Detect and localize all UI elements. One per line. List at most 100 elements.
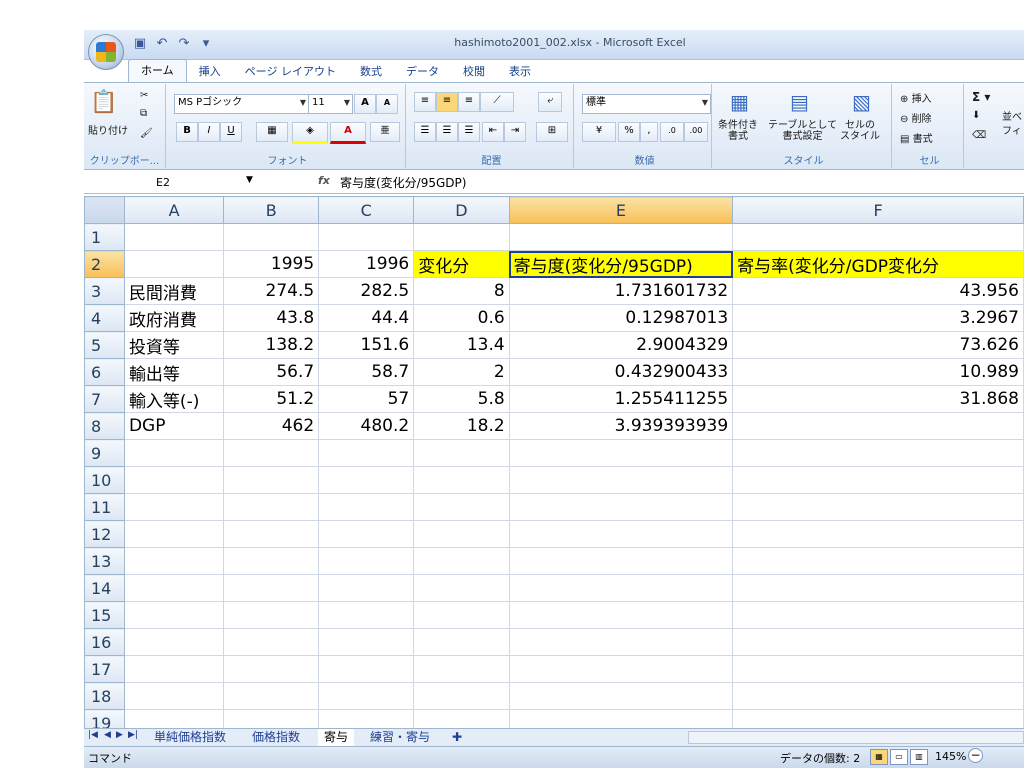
cell-e6[interactable]: 0.432900433 (508, 358, 734, 386)
cell-e11[interactable] (508, 493, 734, 521)
row-header[interactable]: 1 (84, 223, 125, 251)
cell-f1[interactable] (732, 223, 1024, 251)
underline-icon[interactable]: U (220, 122, 242, 142)
cell-c15[interactable] (318, 601, 415, 629)
spreadsheet-grid[interactable]: A B C D E F 1 2 1995 1996 変化分 寄与度(変化分/95GDP) 寄… (84, 196, 1024, 728)
cell-d4[interactable]: 0.6 (413, 304, 510, 332)
cell-b10[interactable] (223, 466, 320, 494)
cell-f12[interactable] (732, 520, 1024, 548)
cell-c12[interactable] (318, 520, 415, 548)
cell-c6[interactable]: 58.7 (318, 358, 415, 386)
page-break-view-icon[interactable]: ▥ (910, 749, 928, 765)
cell-e5[interactable]: 2.9004329 (508, 331, 734, 359)
cell-d8[interactable]: 18.2 (413, 412, 510, 440)
cell-b14[interactable] (223, 574, 320, 602)
cell-d12[interactable] (413, 520, 510, 548)
cell-d2[interactable]: 変化分 (413, 250, 510, 278)
cell-d3[interactable]: 8 (413, 277, 510, 305)
cell-e4[interactable]: 0.12987013 (508, 304, 734, 332)
sheet-tab-contribution[interactable]: 寄与 (318, 729, 355, 747)
grow-font-icon[interactable]: A (354, 94, 376, 114)
clear-icon[interactable]: ⌫ (972, 130, 986, 141)
cell-a19[interactable] (123, 709, 225, 728)
row-header[interactable]: 12 (84, 520, 125, 548)
format-as-table-icon[interactable]: ▤ (790, 90, 809, 114)
cell-a7[interactable]: 輸入等(-) (123, 385, 225, 413)
cell-e13[interactable] (508, 547, 734, 575)
cell-b5[interactable]: 138.2 (223, 331, 320, 359)
row-header[interactable]: 4 (84, 304, 125, 332)
tab-data[interactable]: データ (394, 62, 451, 82)
cell-a16[interactable] (123, 628, 225, 656)
formula-input[interactable]: 寄与度(変化分/95GDP) (340, 174, 466, 192)
tab-view[interactable]: 表示 (497, 62, 543, 82)
conditional-format-icon[interactable]: ▦ (730, 90, 749, 114)
cell-e16[interactable] (508, 628, 734, 656)
row-header[interactable]: 3 (84, 277, 125, 305)
cell-a11[interactable] (123, 493, 225, 521)
increase-indent-icon[interactable]: ⇥ (504, 122, 526, 142)
cell-b19[interactable] (223, 709, 320, 728)
cell-f16[interactable] (732, 628, 1024, 656)
cell-c1[interactable] (318, 223, 415, 251)
row-header[interactable]: 14 (84, 574, 125, 602)
cell-b13[interactable] (223, 547, 320, 575)
increase-decimal-icon[interactable]: .0 (660, 122, 684, 142)
cell-f18[interactable] (732, 682, 1024, 710)
sheet-tab-price-index[interactable]: 価格指数 (246, 729, 306, 745)
conditional-format-button[interactable]: 条件付き 書式 (718, 120, 758, 142)
cell-c2[interactable]: 1996 (318, 250, 415, 278)
cell-f6[interactable]: 10.989 (732, 358, 1024, 386)
cell-a18[interactable] (123, 682, 225, 710)
row-header[interactable]: 10 (84, 466, 125, 494)
cell-c3[interactable]: 282.5 (318, 277, 415, 305)
prev-sheet-icon[interactable]: ◀ (104, 730, 111, 740)
cell-f9[interactable] (732, 439, 1024, 467)
cell-a6[interactable]: 輸出等 (123, 358, 225, 386)
cell-e8[interactable]: 3.939393939 (508, 412, 734, 440)
number-format-select[interactable]: 標準 ▼ (582, 94, 711, 114)
column-header-a[interactable]: A (123, 196, 225, 224)
font-name-select[interactable]: MS Pゴシック ▼ (174, 94, 309, 114)
fill-icon[interactable]: ⬇ (972, 110, 980, 121)
cell-c11[interactable] (318, 493, 415, 521)
align-center-icon[interactable]: ☰ (436, 122, 458, 142)
name-box[interactable]: E2 (86, 174, 256, 192)
cell-d10[interactable] (413, 466, 510, 494)
cut-icon[interactable]: ✂ (140, 90, 148, 101)
column-header-b[interactable]: B (223, 196, 320, 224)
horizontal-scrollbar[interactable] (688, 731, 1024, 744)
fx-icon[interactable]: fx (318, 174, 330, 187)
cell-b7[interactable]: 51.2 (223, 385, 320, 413)
cell-c14[interactable] (318, 574, 415, 602)
decrease-indent-icon[interactable]: ⇤ (482, 122, 504, 142)
cell-e17[interactable] (508, 655, 734, 683)
font-size-select[interactable]: 11 ▼ (308, 94, 353, 114)
cell-b8[interactable]: 462 (223, 412, 320, 440)
row-header[interactable]: 19 (84, 709, 125, 728)
cell-d6[interactable]: 2 (413, 358, 510, 386)
borders-icon[interactable]: ▦ (256, 122, 288, 142)
column-header-c[interactable]: C (318, 196, 415, 224)
cell-a10[interactable] (123, 466, 225, 494)
cell-c9[interactable] (318, 439, 415, 467)
phonetic-icon[interactable]: 亜 (370, 122, 400, 142)
office-button[interactable] (88, 34, 124, 70)
row-header[interactable]: 5 (84, 331, 125, 359)
cell-a2[interactable] (123, 250, 225, 278)
insert-sheet-icon[interactable]: ✚ (446, 729, 468, 745)
cell-d18[interactable] (413, 682, 510, 710)
cell-f10[interactable] (732, 466, 1024, 494)
cell-b17[interactable] (223, 655, 320, 683)
align-bottom-icon[interactable]: ≡ (458, 92, 480, 112)
cell-f19[interactable] (732, 709, 1024, 728)
cell-d11[interactable] (413, 493, 510, 521)
cell-c7[interactable]: 57 (318, 385, 415, 413)
cell-b12[interactable] (223, 520, 320, 548)
cell-a13[interactable] (123, 547, 225, 575)
orientation-icon[interactable]: ⟋ (480, 92, 514, 112)
row-header[interactable]: 6 (84, 358, 125, 386)
cell-a4[interactable]: 政府消費 (123, 304, 225, 332)
cell-a17[interactable] (123, 655, 225, 683)
cell-b15[interactable] (223, 601, 320, 629)
